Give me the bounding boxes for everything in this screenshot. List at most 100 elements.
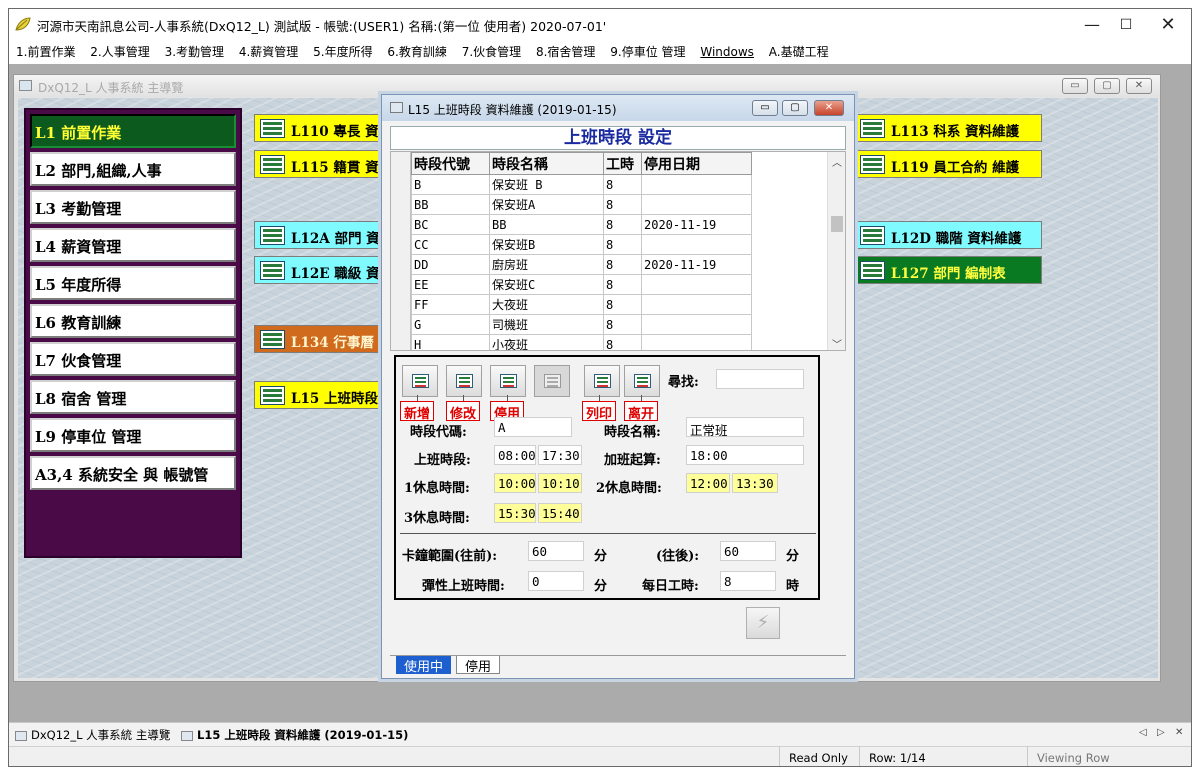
nav-l5-annual-income[interactable]: L5 年度所得	[30, 266, 236, 300]
rest3-end-field[interactable]: 15:40	[538, 503, 582, 523]
cell-hours: 8	[603, 214, 642, 235]
dialog-close-icon[interactable]: ✕	[814, 100, 844, 116]
form-icon	[260, 261, 285, 280]
col-work-hours[interactable]: 工時	[603, 152, 642, 175]
menu-base-engineering[interactable]: A.基礎工程	[765, 41, 833, 62]
table-row[interactable]: FF 大夜班 8	[411, 294, 752, 315]
tile-l113[interactable]: L113 科系 資料維護	[854, 114, 1042, 142]
add-button[interactable]	[402, 365, 438, 397]
scroll-down-icon[interactable]: ﹀	[828, 336, 845, 350]
shift-code-field[interactable]: A	[494, 417, 572, 437]
maximize-icon[interactable]: ☐	[1103, 9, 1149, 41]
table-row[interactable]: H 小夜班 8	[411, 334, 752, 350]
rest2-start-field[interactable]: 12:00	[686, 473, 730, 493]
col-disable-date[interactable]: 停用日期	[641, 152, 752, 175]
table-row[interactable]: BB 保安班A 8	[411, 194, 752, 215]
execute-lightning-button[interactable]: ⚡	[746, 607, 780, 639]
tile-l127[interactable]: L127 部門 編制表	[854, 256, 1042, 284]
col-shift-name[interactable]: 時段名稱	[489, 152, 604, 175]
tab-disabled[interactable]: 停用	[456, 656, 501, 675]
scroll-up-icon[interactable]: ︿	[828, 154, 845, 169]
work-end-field[interactable]: 17:30	[538, 445, 582, 465]
cell-date	[641, 234, 752, 255]
tile-l134[interactable]: L134 行事曆	[254, 325, 394, 353]
menu-parking[interactable]: 9.停車位 管理	[606, 41, 689, 62]
work-start-field[interactable]: 08:00	[494, 445, 536, 465]
tile-l119[interactable]: L119 員工合約 維護	[854, 150, 1042, 178]
cell-date: 2020-11-19	[641, 214, 752, 235]
status-tabs: 使用中 停用	[390, 655, 846, 675]
delete-button[interactable]	[534, 365, 570, 397]
search-input[interactable]	[716, 369, 804, 389]
rest1-end-field[interactable]: 10:10	[538, 473, 582, 493]
nav-l6-training[interactable]: L6 教育訓練	[30, 304, 236, 338]
main-restore-icon[interactable]: ▢	[1094, 78, 1120, 94]
disable-button[interactable]	[490, 365, 526, 397]
tile-l12e[interactable]: L12E 職級 資	[254, 256, 394, 284]
task-main-navigation[interactable]: DxQ12_L 人事系統 主導覽	[15, 727, 170, 743]
close-icon[interactable]: ✕	[1145, 9, 1191, 41]
task-next-icon[interactable]: ▷	[1157, 727, 1165, 738]
clock-before-field[interactable]: 60	[528, 541, 584, 561]
shift-name-field[interactable]: 正常班	[686, 417, 804, 438]
task-shift-dialog[interactable]: L15 上班時段 資料維護 (2019-01-15)	[181, 727, 408, 743]
nav-l4-salary[interactable]: L4 薪資管理	[30, 228, 236, 262]
shift-grid[interactable]: 時段代號 時段名稱 工時 停用日期 B 保安班 B8 BB 保安班A 8 BC BB 8 2…	[390, 151, 846, 351]
print-button[interactable]	[584, 365, 620, 397]
nav-l3-attendance[interactable]: L3 考勤管理	[30, 190, 236, 224]
nav-l7-meals[interactable]: L7 伙食管理	[30, 342, 236, 376]
menu-training[interactable]: 6.教育訓練	[383, 41, 450, 62]
menu-pre-operations[interactable]: 1.前置作業	[12, 41, 79, 62]
menu-personnel[interactable]: 2.人事管理	[86, 41, 153, 62]
edit-button[interactable]	[446, 365, 482, 397]
menu-attendance[interactable]: 3.考勤管理	[161, 41, 228, 62]
col-shift-code[interactable]: 時段代號	[411, 152, 490, 175]
grid-scrollbar[interactable]: ︿ ﹀	[827, 152, 845, 350]
dialog-heading: 上班時段 設定	[390, 126, 846, 150]
nav-l8-dormitory[interactable]: L8 宿舍 管理	[30, 380, 236, 414]
tile-label: L15 上班時段	[291, 391, 378, 407]
rest2-end-field[interactable]: 13:30	[732, 473, 778, 493]
overtime-start-field[interactable]: 18:00	[686, 445, 804, 465]
overtime-start-label: 加班起算:	[604, 453, 661, 468]
tab-in-use[interactable]: 使用中	[396, 656, 452, 675]
flex-time-field[interactable]: 0	[528, 571, 584, 591]
menu-annual-income[interactable]: 5.年度所得	[309, 41, 376, 62]
form-icon	[860, 119, 885, 138]
rest3-start-field[interactable]: 15:30	[494, 503, 536, 523]
rest1-start-field[interactable]: 10:00	[494, 473, 536, 493]
nav-l9-parking[interactable]: L9 停車位 管理	[30, 418, 236, 452]
nav-a34-security[interactable]: A3,4 系統安全 與 帳號管	[30, 456, 236, 490]
status-divider	[859, 747, 860, 766]
scroll-thumb[interactable]	[831, 216, 843, 232]
tile-l15[interactable]: L15 上班時段	[254, 381, 394, 409]
tile-l115[interactable]: L115 籍貫 資	[254, 150, 394, 178]
app-leaf-icon	[15, 17, 31, 31]
form-icon	[260, 386, 285, 405]
tile-l12a[interactable]: L12A 部門 資	[254, 221, 394, 249]
menu-dormitory[interactable]: 8.宿舍管理	[532, 41, 599, 62]
daily-hours-field[interactable]: 8	[720, 571, 776, 591]
tile-l12d[interactable]: L12D 職階 資料維護	[854, 221, 1042, 249]
menu-salary[interactable]: 4.薪資管理	[235, 41, 302, 62]
task-close-icon[interactable]: ✕	[1175, 727, 1183, 738]
main-minimize-icon[interactable]: ▭	[1062, 78, 1088, 94]
table-row[interactable]: EE 保安班C 8	[411, 274, 752, 295]
table-row[interactable]: CC 保安班B 8	[411, 234, 752, 255]
table-row[interactable]: BC BB 8 2020-11-19	[411, 214, 752, 235]
clock-after-field[interactable]: 60	[720, 541, 776, 561]
menu-meals[interactable]: 7.伙食管理	[458, 41, 525, 62]
main-close-icon[interactable]: ✕	[1126, 78, 1152, 94]
window-icon	[181, 730, 193, 741]
exit-button[interactable]	[624, 365, 660, 397]
menu-windows[interactable]: Windows	[696, 43, 758, 61]
table-row[interactable]: G 司機班 8	[411, 314, 752, 335]
tile-l110[interactable]: L110 專長 資	[254, 114, 394, 142]
task-prev-icon[interactable]: ◁	[1139, 727, 1147, 738]
table-row[interactable]: B 保安班 B8	[411, 174, 752, 195]
nav-l1-pre-operations[interactable]: L1 前置作業	[30, 114, 236, 148]
nav-l2-organization[interactable]: L2 部門,組織,人事	[30, 152, 236, 186]
table-row[interactable]: DD 廚房班 8 2020-11-19	[411, 254, 752, 275]
dialog-restore-icon[interactable]: ▢	[782, 100, 808, 116]
dialog-minimize-icon[interactable]: ▭	[752, 100, 778, 116]
